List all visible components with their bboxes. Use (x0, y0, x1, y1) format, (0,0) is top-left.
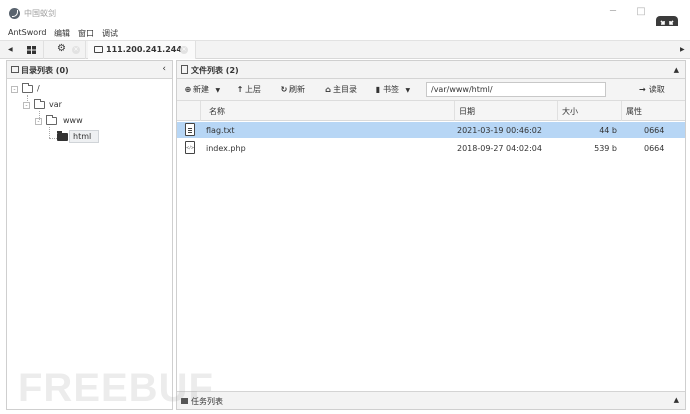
home-button[interactable]: ⌂ 主目录 (323, 84, 357, 96)
tree-node-var[interactable]: - var (21, 99, 101, 113)
file-date: 2021-03-19 00:46:02 (457, 126, 542, 135)
grid-icon (27, 46, 36, 54)
gear-icon: ⚙ (57, 43, 66, 54)
text-file-icon (185, 123, 195, 136)
column-header-date[interactable]: 日期 (459, 106, 475, 117)
tree-node-html[interactable]: html (57, 130, 103, 145)
tree-collapse-icon[interactable]: - (11, 86, 18, 93)
refresh-button-label: 刷新 (289, 85, 305, 94)
window-title: 中国蚁剑 (24, 9, 56, 18)
menu-window[interactable]: 窗口 (78, 28, 94, 39)
dropdown-caret-icon: ▼ (405, 87, 411, 94)
bookmark-icon: ▮ (375, 85, 381, 94)
expand-up-icon[interactable]: ▲ (674, 396, 679, 404)
tree-collapse-icon[interactable]: - (23, 102, 30, 109)
menu-antsword[interactable]: AntSword (8, 28, 46, 37)
dropdown-caret-icon: ▼ (215, 87, 221, 94)
tree-collapse-icon[interactable]: - (35, 118, 42, 125)
up-button-label: 上层 (245, 85, 261, 94)
home-icon: ⌂ (325, 85, 331, 94)
file-panel: 文件列表 (2) ▲ ⊕新建 ▼ ↑上层 ↻刷新 ⌂主目录 ▮书签 ▼ →读取 … (176, 60, 686, 410)
menu-debug[interactable]: 调试 (102, 28, 118, 39)
arrow-up-icon: ↑ (236, 85, 244, 94)
read-button[interactable]: → 读取 (639, 84, 665, 95)
read-button-label: 读取 (648, 85, 665, 94)
tree-label-www: www (63, 116, 83, 125)
up-button[interactable]: ↑ 上层 (235, 84, 261, 96)
tree-node-root[interactable]: - / (9, 83, 89, 97)
tree-connector (49, 138, 57, 139)
file-grid-header: 名称 日期 大小 属性 (177, 101, 685, 121)
code-file-icon (185, 141, 195, 154)
file-attr: 0664 (644, 126, 665, 135)
column-header-attr[interactable]: 属性 (626, 106, 642, 117)
directory-panel-title: 目录列表 (0) (21, 66, 69, 75)
tab-bar: ◀ ⚙ × 111.200.241.244 × ▶ (0, 40, 690, 59)
collapse-left-icon[interactable]: ‹ (162, 64, 166, 74)
file-row-index-php[interactable]: index.php 2018-09-27 04:02:04 539 b 0664 (177, 140, 685, 156)
folder-open-icon (34, 99, 45, 109)
file-row-flag-txt[interactable]: flag.txt 2021-03-19 00:46:02 44 b 0664 (177, 122, 685, 138)
path-input[interactable] (426, 82, 606, 97)
bookmark-button[interactable]: ▮ 书签 ▼ (373, 84, 410, 96)
menu-edit[interactable]: 编辑 (54, 28, 70, 39)
tab-connection-close-icon[interactable]: × (180, 46, 188, 54)
file-name: flag.txt (206, 126, 235, 135)
tab-home[interactable] (18, 41, 44, 59)
file-date: 2018-09-27 04:02:04 (457, 144, 542, 153)
tree-node-www[interactable]: - www (33, 115, 113, 129)
tree-label-html: html (73, 132, 92, 141)
tab-connection[interactable]: 111.200.241.244 × (88, 41, 196, 59)
tab-settings-close-icon[interactable]: × (72, 46, 80, 54)
folder-icon (94, 46, 103, 53)
tab-settings[interactable]: ⚙ × (48, 41, 86, 59)
directory-panel: 目录列表 (0) ‹ - / - var - www html (6, 60, 173, 410)
file-size: 44 b (599, 126, 617, 135)
file-toolbar: ⊕新建 ▼ ↑上层 ↻刷新 ⌂主目录 ▮书签 ▼ →读取 (177, 79, 685, 101)
plus-circle-icon: ⊕ (184, 85, 192, 94)
folder-closed-icon (57, 131, 68, 141)
tab-scroll-right-icon[interactable]: ▶ (680, 46, 685, 53)
arrow-right-icon: → (639, 85, 646, 94)
collapse-up-icon[interactable]: ▲ (674, 66, 679, 74)
folder-open-icon (46, 115, 57, 125)
bookmark-button-label: 书签 (383, 85, 399, 94)
antsword-logo-icon (9, 8, 20, 19)
freebuf-watermark: FREEBUF (18, 366, 214, 410)
column-separator (557, 101, 558, 121)
maximize-button[interactable]: □ (634, 6, 648, 18)
refresh-icon: ↻ (280, 85, 288, 94)
refresh-button[interactable]: ↻ 刷新 (279, 84, 305, 96)
new-button-label: 新建 (193, 85, 209, 94)
directory-panel-header: 目录列表 (0) ‹ (7, 61, 172, 79)
minimize-button[interactable]: ─ (606, 6, 620, 18)
folder-icon (11, 66, 19, 73)
file-icon (181, 65, 188, 74)
menu-bar: AntSword 编辑 窗口 调试 (0, 26, 690, 40)
tree-label-root: / (37, 84, 40, 93)
tab-connection-label: 111.200.241.244 (106, 45, 182, 54)
column-separator (200, 101, 201, 121)
tab-scroll-left-icon[interactable]: ◀ (8, 46, 13, 53)
column-header-size[interactable]: 大小 (562, 106, 578, 117)
file-name: index.php (206, 144, 246, 153)
column-separator (621, 101, 622, 121)
file-panel-header: 文件列表 (2) ▲ (177, 61, 685, 79)
new-button[interactable]: ⊕ 新建 ▼ (183, 84, 221, 96)
title-bar: 中国蚁剑 ─ □ (0, 0, 690, 38)
task-panel-bar[interactable]: 任务列表 ▲ (177, 391, 685, 409)
file-attr: 0664 (644, 144, 665, 153)
folder-open-icon (22, 83, 33, 93)
file-panel-title: 文件列表 (2) (191, 66, 239, 75)
home-button-label: 主目录 (333, 85, 357, 94)
column-header-name[interactable]: 名称 (209, 106, 225, 117)
file-size: 539 b (594, 144, 617, 153)
column-separator (454, 101, 455, 121)
tree-label-var: var (49, 100, 62, 109)
